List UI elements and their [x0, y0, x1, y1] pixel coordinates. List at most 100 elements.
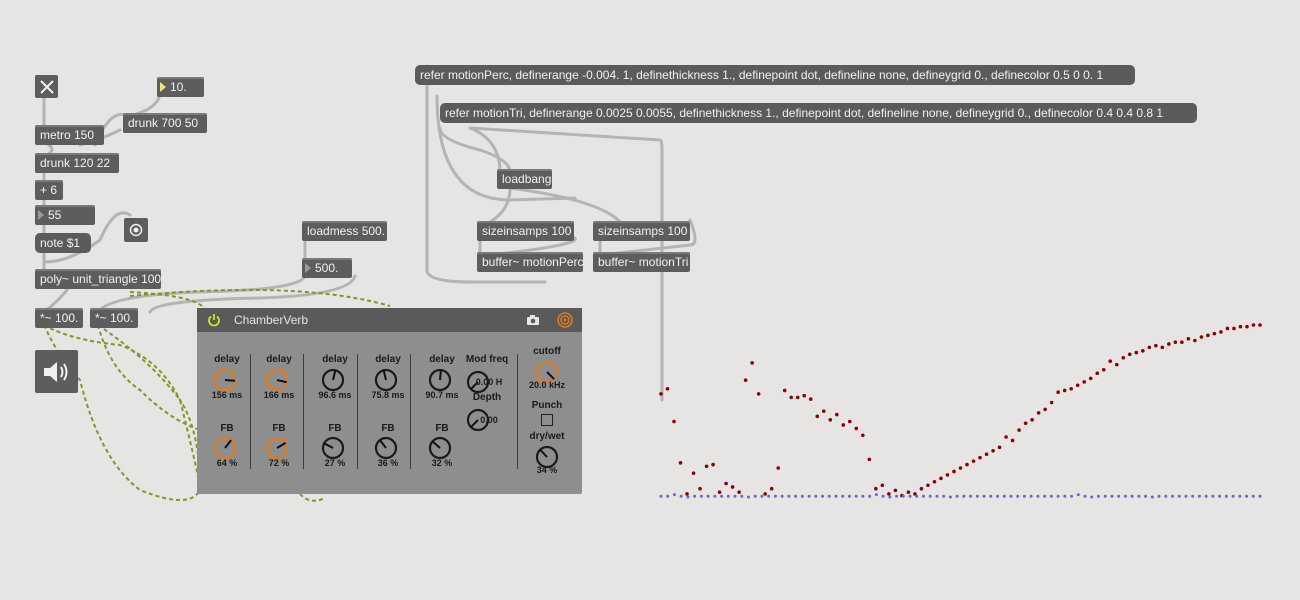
perc-point [789, 395, 794, 400]
perc-point [1167, 342, 1171, 346]
tri-point [1150, 495, 1154, 499]
tri-point [794, 494, 798, 498]
perc-point [828, 417, 833, 422]
tri-point [821, 494, 825, 498]
tri-point [1157, 494, 1161, 498]
perc-point [952, 469, 956, 474]
number-box-10[interactable]: 10. [157, 77, 204, 97]
tri-point [1123, 494, 1127, 498]
perc-point [1088, 376, 1093, 381]
cycling74-icon[interactable] [557, 312, 573, 328]
delay-label: delay [266, 354, 292, 365]
column-separator [250, 354, 251, 469]
loadbang-object[interactable]: loadbang [497, 169, 552, 189]
delay-value: 96.6 ms [318, 390, 352, 400]
perc-point [704, 464, 709, 469]
number-box-value: 10. [170, 80, 187, 94]
sizeinsamps-object-2[interactable]: sizeinsamps 100 [593, 221, 690, 241]
perc-point [724, 481, 728, 486]
feedback-label: FB [328, 423, 342, 434]
perc-point [1206, 333, 1210, 338]
multiply-object-2[interactable]: *~ 100. [90, 308, 138, 328]
drywet-label: dry/wet [529, 431, 565, 442]
feedback-label: FB [381, 423, 395, 434]
tri-point [1002, 494, 1006, 498]
perc-point [1245, 324, 1249, 329]
power-icon[interactable] [207, 313, 221, 327]
tri-point [888, 495, 892, 499]
depth-label: Depth [472, 392, 502, 403]
multiply-object-1[interactable]: *~ 100. [35, 308, 83, 328]
drywet-value: 34 % [536, 465, 558, 475]
tri-point [672, 493, 676, 497]
perc-point [939, 476, 943, 481]
tri-point [787, 494, 791, 498]
buffer-object-tri[interactable]: buffer~ motionTri [593, 252, 690, 272]
perc-point [1069, 386, 1073, 391]
perc-point [1121, 355, 1126, 360]
metro-object[interactable]: metro 150 [35, 125, 104, 145]
speaker-icon[interactable] [35, 350, 78, 393]
loadmess-object[interactable]: loadmess 500. [302, 221, 387, 241]
delay-value: 166 ms [263, 390, 295, 400]
perc-point [1114, 362, 1119, 367]
number-box-55[interactable]: 55 [35, 205, 95, 225]
perc-point [1141, 349, 1145, 353]
tri-point [881, 494, 885, 498]
punch-checkbox[interactable] [541, 414, 553, 426]
message-motion-perc[interactable]: refer motionPerc, definerange -0.004. 1,… [415, 65, 1135, 85]
tri-point [928, 494, 932, 498]
delay-value: 75.8 ms [371, 390, 405, 400]
perc-point [1173, 340, 1178, 345]
number-box-500[interactable]: 500. [302, 258, 352, 278]
message-motion-tri[interactable]: refer motionTri, definerange 0.0025 0.00… [440, 103, 1197, 123]
tri-point [1197, 494, 1201, 498]
tri-point [706, 494, 710, 498]
perc-point [756, 392, 761, 396]
x-toggle-icon[interactable] [35, 75, 58, 98]
perc-point [659, 392, 663, 396]
perc-point [678, 461, 683, 465]
tri-point [982, 494, 986, 498]
perc-point [711, 462, 715, 467]
perc-point [821, 409, 826, 413]
camera-icon[interactable] [526, 314, 540, 326]
perc-point [1219, 330, 1223, 334]
perc-point [776, 466, 780, 470]
perc-point [919, 486, 924, 491]
tri-point [1211, 494, 1215, 498]
number-box-value: 55 [48, 208, 62, 222]
perc-point [1134, 350, 1139, 355]
poly-object[interactable]: poly~ unit_triangle 100 [35, 269, 161, 289]
tri-point [1177, 494, 1181, 498]
perc-point [1023, 421, 1028, 426]
plus-object[interactable]: + 6 [35, 180, 63, 200]
drunk-object-120[interactable]: drunk 120 22 [35, 153, 119, 173]
perc-point [971, 459, 976, 463]
perc-point [991, 448, 995, 453]
perc-point [1180, 340, 1184, 345]
tri-point [693, 494, 697, 498]
tri-point [1191, 494, 1195, 498]
perc-point [1030, 417, 1034, 422]
column-separator [357, 354, 358, 469]
perc-point [1101, 368, 1106, 372]
perc-point [834, 412, 839, 417]
punch-label: Punch [531, 400, 563, 411]
perc-point [1154, 343, 1158, 348]
bang-icon[interactable] [124, 218, 148, 242]
buffer-object-perc[interactable]: buffer~ motionPerc [477, 252, 584, 272]
perc-point [887, 492, 891, 496]
note-message[interactable]: note $1 [35, 233, 91, 253]
perc-point [848, 419, 852, 424]
mod-freq-value: 0.00 H [475, 377, 503, 387]
drunk-object-700[interactable]: drunk 700 50 [123, 113, 207, 133]
perc-point [945, 473, 950, 477]
tri-point [1117, 494, 1121, 498]
perc-point [926, 483, 930, 488]
perc-point [1082, 380, 1087, 384]
tri-point [807, 494, 811, 498]
tri-point [969, 494, 973, 498]
tri-point [1258, 494, 1262, 498]
sizeinsamps-object-1[interactable]: sizeinsamps 100 [477, 221, 574, 241]
